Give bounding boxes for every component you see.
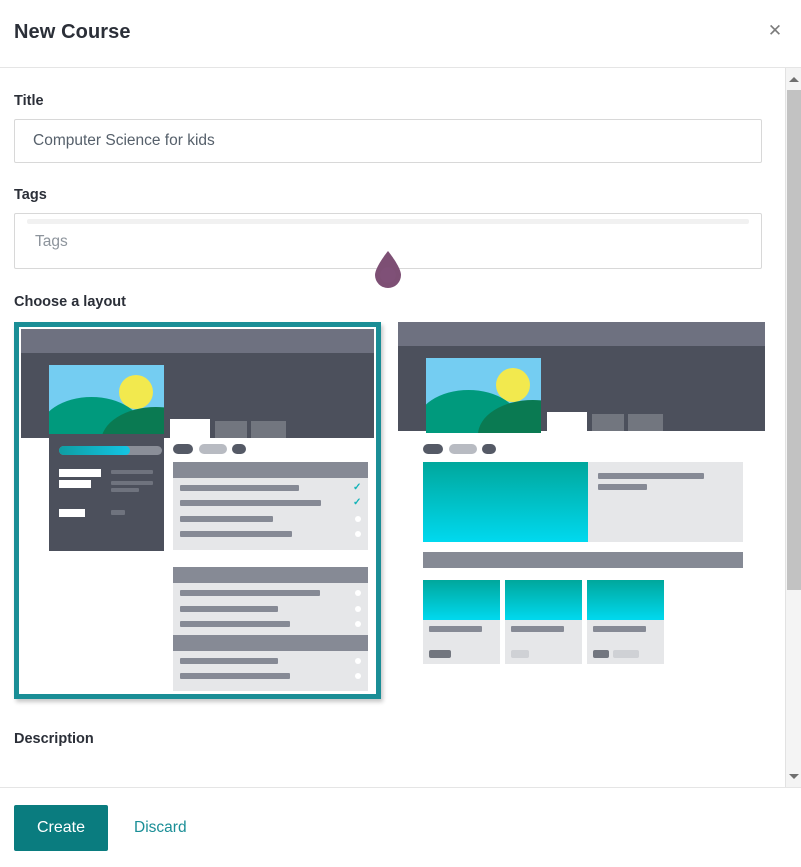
thumb-pill — [449, 444, 477, 454]
thumb-tab-active — [547, 412, 587, 431]
thumb-tab — [215, 421, 247, 438]
new-course-dialog: New Course ✕ Title Tags Tags Choose a la… — [0, 0, 801, 867]
thumb-card-media — [505, 580, 582, 620]
thumb-section-header — [173, 635, 368, 651]
tags-placeholder: Tags — [35, 233, 68, 250]
layout-option-1-thumbnail: ✓ ✓ — [21, 329, 374, 692]
thumb-check-icon: ✓ — [353, 482, 362, 493]
thumb-hero-media — [423, 462, 588, 542]
thumb-tab — [592, 414, 624, 431]
layout-option-2[interactable] — [398, 322, 765, 699]
layout-chooser: ✓ ✓ — [14, 322, 771, 699]
title-input[interactable] — [14, 119, 762, 163]
thumb-check-icon: ✓ — [353, 497, 362, 508]
thumb-topbar — [21, 329, 374, 353]
scrollbar-thumb[interactable] — [787, 90, 801, 590]
thumb-image — [426, 358, 541, 433]
tags-field-label: Tags — [14, 187, 47, 203]
layout-option-1[interactable]: ✓ ✓ — [14, 322, 381, 699]
thumb-pill — [423, 444, 443, 454]
layout-field-label: Choose a layout — [14, 294, 126, 310]
thumb-section-header — [173, 462, 368, 478]
thumb-pill — [199, 444, 227, 454]
thumb-progress-fill — [59, 446, 130, 455]
layout-option-2-thumbnail — [398, 322, 765, 670]
title-field-label: Title — [14, 93, 44, 109]
thumb-section-body — [173, 651, 368, 691]
thumb-card-media — [423, 580, 500, 620]
dialog-header: New Course ✕ — [0, 0, 801, 68]
close-icon[interactable]: ✕ — [764, 20, 786, 42]
thumb-section-header — [173, 567, 368, 583]
dialog-body-wrapper: Title Tags Tags Choose a layout — [0, 68, 801, 787]
thumb-pill — [173, 444, 193, 454]
create-button[interactable]: Create — [14, 804, 109, 851]
thumb-pill — [232, 444, 246, 454]
thumb-image — [49, 365, 164, 440]
discard-button[interactable]: Discard — [134, 819, 187, 837]
thumb-pill — [482, 444, 496, 454]
dialog-footer: Create Discard — [0, 787, 801, 867]
description-field-label: Description — [14, 731, 94, 747]
thumb-tab — [251, 421, 286, 438]
chevron-down-icon[interactable] — [786, 768, 801, 784]
thumb-card-media — [587, 580, 664, 620]
page-title: New Course — [14, 21, 131, 43]
thumb-tab — [628, 414, 663, 431]
tags-input[interactable]: Tags — [14, 213, 762, 269]
thumb-tab-active — [170, 419, 210, 438]
tags-input-strip — [27, 219, 749, 224]
vertical-scrollbar[interactable] — [785, 68, 801, 787]
thumb-topbar — [398, 322, 765, 346]
chevron-up-icon[interactable] — [786, 71, 801, 87]
thumb-section-header — [423, 552, 743, 568]
dialog-body: Title Tags Tags Choose a layout — [0, 68, 785, 787]
